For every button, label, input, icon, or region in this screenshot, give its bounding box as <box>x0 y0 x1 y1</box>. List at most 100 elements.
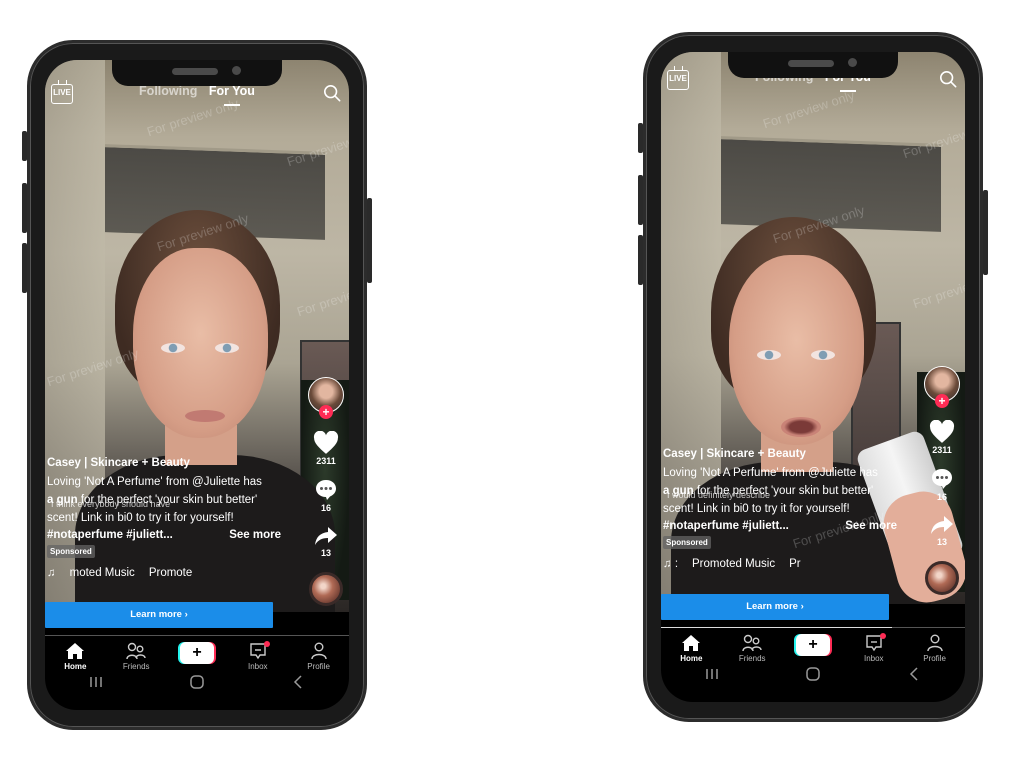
nav-home[interactable]: Home <box>666 634 716 663</box>
side-button <box>22 183 27 233</box>
hashtags[interactable]: #notaperfume #juliett... <box>663 520 789 532</box>
power-button <box>367 198 372 283</box>
comment-count: 16 <box>320 503 331 513</box>
caption: Casey | Skincare + Beauty Loving 'Not A … <box>47 457 287 579</box>
home-system-button[interactable] <box>793 666 833 686</box>
description-line: scent! Link in bi0 to try it for yoursel… <box>663 503 850 515</box>
music-row[interactable]: ♫ moted Music Promote <box>47 567 287 579</box>
bottom-nav: Home Friends + Inbox Profile <box>661 628 965 668</box>
back-chevron-icon <box>294 674 302 689</box>
see-more-link[interactable]: See more <box>845 520 903 532</box>
nav-create[interactable]: + <box>172 642 222 664</box>
share-icon <box>315 527 337 545</box>
music-title: Promoted Music <box>692 558 776 570</box>
creator-avatar[interactable]: + <box>308 377 344 419</box>
music-note-icon: ♫ : <box>663 558 679 570</box>
comment-count: 16 <box>936 492 947 502</box>
nav-inbox[interactable]: Inbox <box>233 641 283 671</box>
friends-icon <box>126 642 146 660</box>
nav-friends[interactable]: Friends <box>111 642 161 671</box>
share-count: 13 <box>936 537 947 547</box>
nav-inbox[interactable]: Inbox <box>849 633 899 663</box>
share-icon <box>931 516 953 534</box>
share-count: 13 <box>320 548 331 558</box>
top-bar: LIVE Following For You <box>45 84 349 114</box>
music-row[interactable]: ♫ : Promoted Music Pr <box>663 558 903 570</box>
comment-button[interactable]: 16 <box>923 467 961 502</box>
power-button <box>983 190 988 275</box>
music-title-next: Pr <box>789 558 801 570</box>
home-icon <box>66 643 85 659</box>
caption: Casey | Skincare + Beauty Loving 'Not A … <box>663 448 903 570</box>
nav-profile[interactable]: Profile <box>910 634 960 663</box>
like-count: 2311 <box>316 456 336 466</box>
feed-tabs: Following For You <box>45 84 349 98</box>
see-more-link[interactable]: See more <box>229 529 287 541</box>
music-disc[interactable] <box>925 561 959 595</box>
nav-create[interactable]: + <box>788 634 838 656</box>
circle-home-icon <box>190 674 204 689</box>
sponsored-badge: Sponsored <box>663 536 711 549</box>
nav-profile[interactable]: Profile <box>294 642 344 671</box>
side-button <box>638 235 643 285</box>
author-name[interactable]: Casey | Skincare + Beauty <box>47 457 287 469</box>
nav-friends[interactable]: Friends <box>727 634 777 663</box>
side-button <box>638 123 643 153</box>
home-icon <box>682 635 701 651</box>
author-name[interactable]: Casey | Skincare + Beauty <box>663 448 903 460</box>
recents-button[interactable] <box>76 675 116 693</box>
nav-home[interactable]: Home <box>50 642 100 671</box>
create-icon: + <box>795 634 830 656</box>
action-rail: + 2311 16 13 <box>307 377 345 606</box>
watermark: For preview only <box>295 276 349 320</box>
comment-icon <box>932 469 952 489</box>
follow-plus-icon[interactable]: + <box>319 405 333 419</box>
system-nav-bar <box>45 672 349 696</box>
like-count: 2311 <box>932 445 952 455</box>
description-line: Loving 'Not A Perfume' from @Juliette ha… <box>663 467 878 479</box>
like-button[interactable]: 2311 <box>307 431 345 466</box>
like-button[interactable]: 2311 <box>923 420 961 455</box>
video-subtitle: I think everybody should have <box>51 499 171 509</box>
phone-right: For preview only For preview only For pr… <box>638 32 988 722</box>
music-note-icon: ♫ <box>47 567 56 579</box>
recents-icon <box>89 677 102 687</box>
follow-plus-icon[interactable]: + <box>935 394 949 408</box>
description-line: Loving 'Not A Perfume' from @Juliette ha… <box>47 476 262 488</box>
search-icon[interactable] <box>939 70 957 88</box>
music-title: moted Music <box>69 567 135 579</box>
bottom-nav: Home Friends + Inbox Profile <box>45 636 349 676</box>
tab-for-you[interactable]: For You <box>209 84 255 98</box>
circle-home-icon <box>806 666 820 681</box>
share-button[interactable]: 13 <box>923 514 961 547</box>
comment-button[interactable]: 16 <box>307 478 345 513</box>
learn-more-button[interactable]: Learn more › <box>45 602 273 628</box>
recents-button[interactable] <box>692 667 732 685</box>
friends-icon <box>742 634 762 652</box>
notch <box>112 60 282 86</box>
hashtags-row: #notaperfume #juliett... See more <box>663 520 903 532</box>
system-nav-bar <box>661 664 965 688</box>
back-button[interactable] <box>894 666 934 686</box>
tab-following[interactable]: Following <box>139 84 197 98</box>
back-button[interactable] <box>278 674 318 694</box>
heart-icon <box>313 431 339 454</box>
hashtags-row: #notaperfume #juliett... See more <box>47 529 287 541</box>
side-button <box>638 175 643 225</box>
learn-more-button[interactable]: Learn more › <box>661 594 889 620</box>
search-icon[interactable] <box>323 84 341 102</box>
music-title-next: Promote <box>148 567 193 579</box>
side-button <box>22 243 27 293</box>
watermark: For preview only <box>911 268 965 312</box>
home-system-button[interactable] <box>177 674 217 694</box>
comment-icon <box>316 480 336 500</box>
share-button[interactable]: 13 <box>307 525 345 558</box>
recents-icon <box>705 669 718 679</box>
action-rail: + 2311 16 13 <box>923 366 961 595</box>
phone-left: For preview only For preview only For pr… <box>22 40 372 730</box>
music-disc[interactable] <box>309 572 343 606</box>
creator-avatar[interactable]: + <box>924 366 960 408</box>
hashtags[interactable]: #notaperfume #juliett... <box>47 529 173 541</box>
video-subtitle: I would definitely describe <box>667 490 771 500</box>
notification-dot <box>263 641 270 647</box>
